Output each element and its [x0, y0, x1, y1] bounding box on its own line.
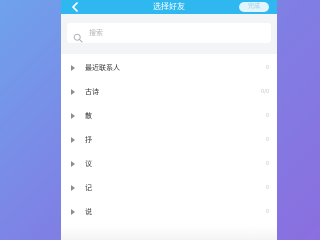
search-input[interactable] [89, 25, 259, 41]
group-name: 说 [85, 208, 92, 216]
expand-arrow-icon [71, 113, 75, 119]
search-box[interactable] [67, 23, 271, 43]
group-name: 议 [85, 160, 92, 168]
group-count: 0 [265, 113, 269, 119]
group-row-yi[interactable]: 议 0 [61, 152, 277, 176]
group-row-gushi[interactable]: 古诗 0/0 [61, 80, 277, 104]
expand-arrow-icon [71, 65, 75, 71]
title-bar: 选择好友 完成 [61, 0, 277, 14]
done-button[interactable]: 完成 [239, 2, 269, 12]
search-icon [73, 28, 83, 43]
group-row-ji[interactable]: 记 0 [61, 176, 277, 200]
group-count: 0 [265, 161, 269, 167]
search-area [61, 14, 277, 54]
group-name: 记 [85, 184, 92, 192]
group-name: 散 [85, 112, 92, 120]
group-name: 古诗 [85, 88, 99, 96]
group-count: 0 [265, 185, 269, 191]
group-name: 抒 [85, 136, 92, 144]
group-row-san[interactable]: 散 0 [61, 104, 277, 128]
phone-screen: 选择好友 完成 最近联系人 0 古诗 0/0 散 0 [61, 0, 277, 240]
expand-arrow-icon [71, 161, 75, 167]
expand-arrow-icon [71, 137, 75, 143]
expand-arrow-icon [71, 185, 75, 191]
group-row-shu[interactable]: 抒 0 [61, 128, 277, 152]
friend-group-list: 最近联系人 0 古诗 0/0 散 0 抒 0 议 0 记 0 说 0 [61, 56, 277, 224]
group-name: 最近联系人 [85, 64, 120, 72]
group-count: 0 [265, 65, 269, 71]
group-row-shuo[interactable]: 说 0 [61, 200, 277, 224]
group-row-recent[interactable]: 最近联系人 0 [61, 56, 277, 80]
group-count: 0 [265, 137, 269, 143]
bottom-fade [61, 226, 277, 240]
expand-arrow-icon [71, 89, 75, 95]
group-count: 0/0 [260, 89, 269, 95]
expand-arrow-icon [71, 209, 75, 215]
group-count: 0 [265, 209, 269, 215]
